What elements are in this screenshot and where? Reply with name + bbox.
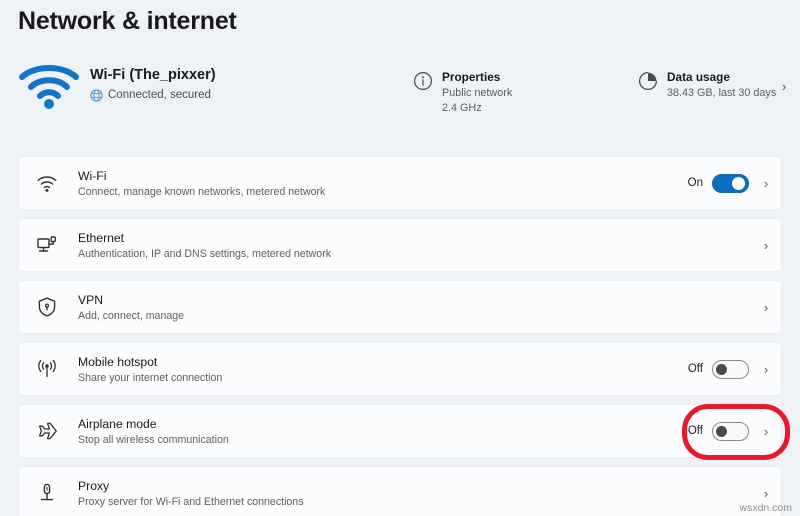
wifi-chevron-icon[interactable]: › (761, 176, 771, 191)
data-usage-chevron-icon[interactable]: › (782, 79, 786, 94)
airplane-toggle-label: Off (687, 425, 703, 437)
page-title: Network & internet (18, 7, 237, 35)
wifi-icon (36, 172, 58, 194)
connection-status-text: Connected, secured (108, 88, 211, 101)
ethernet-icon (36, 234, 58, 256)
pie-chart-icon (638, 71, 658, 91)
airplane-chevron-icon[interactable]: › (761, 424, 771, 439)
row-subtitle: Share your internet connection (78, 371, 223, 384)
row-title: Proxy (78, 478, 110, 493)
proxy-chevron-icon[interactable]: › (761, 486, 771, 501)
ethernet-chevron-icon[interactable]: › (761, 238, 771, 253)
proxy-icon (36, 482, 58, 504)
row-title: Mobile hotspot (78, 354, 158, 369)
wifi-icon (18, 60, 80, 110)
wifi-toggle-label: On (687, 177, 703, 189)
row-subtitle: Authentication, IP and DNS settings, met… (78, 247, 332, 260)
row-subtitle: Add, connect, manage (78, 309, 185, 322)
row-title: Ethernet (78, 230, 125, 245)
row-subtitle: Proxy server for Wi-Fi and Ethernet conn… (78, 495, 304, 508)
wifi-toggle[interactable] (712, 173, 749, 193)
settings-row-wifi[interactable]: Wi-Fi Connect, manage known networks, me… (18, 156, 782, 210)
properties-band: 2.4 GHz (442, 102, 482, 114)
watermark: wsxdn.com (739, 502, 792, 514)
data-usage-amount: 38.43 GB, last 30 days (667, 87, 777, 99)
properties-title: Properties (442, 70, 501, 84)
globe-icon (90, 88, 103, 102)
network-name: Wi-Fi (The_pixxer) (90, 66, 216, 83)
settings-row-vpn[interactable]: VPN Add, connect, manage › (18, 280, 782, 334)
settings-row-proxy[interactable]: Proxy Proxy server for Wi-Fi and Etherne… (18, 466, 782, 516)
settings-row-ethernet[interactable]: Ethernet Authentication, IP and DNS sett… (18, 218, 782, 272)
network-status-hero: Wi-Fi (The_pixxer) Connected, secured Pr… (0, 52, 800, 136)
info-icon (413, 71, 433, 91)
airplane-icon (36, 420, 58, 442)
settings-row-airplane-mode[interactable]: Airplane mode Stop all wireless communic… (18, 404, 782, 458)
settings-row-mobile-hotspot[interactable]: Mobile hotspot Share your internet conne… (18, 342, 782, 396)
vpn-chevron-icon[interactable]: › (761, 300, 771, 315)
row-title: Airplane mode (78, 416, 157, 431)
hotspot-chevron-icon[interactable]: › (761, 362, 771, 377)
airplane-mode-toggle[interactable] (712, 421, 749, 441)
hotspot-icon (36, 358, 58, 380)
row-title: Wi-Fi (78, 168, 107, 183)
row-subtitle: Stop all wireless communication (78, 433, 229, 446)
shield-icon (36, 296, 58, 318)
row-title: VPN (78, 292, 104, 307)
hotspot-toggle-label: Off (687, 363, 703, 375)
network-connection-status: Connected, secured (90, 88, 216, 103)
current-network-summary[interactable]: Wi-Fi (The_pixxer) Connected, secured (18, 60, 216, 110)
network-settings-list: Wi-Fi Connect, manage known networks, me… (18, 156, 782, 516)
row-subtitle: Connect, manage known networks, metered … (78, 185, 326, 198)
data-usage-summary[interactable]: Data usage 38.43 GB, last 30 days (638, 70, 776, 100)
properties-network-type: Public network (442, 87, 513, 99)
properties-summary[interactable]: Properties Public network 2.4 GHz (413, 70, 512, 115)
mobile-hotspot-toggle[interactable] (712, 359, 749, 379)
data-usage-title: Data usage (667, 70, 730, 84)
